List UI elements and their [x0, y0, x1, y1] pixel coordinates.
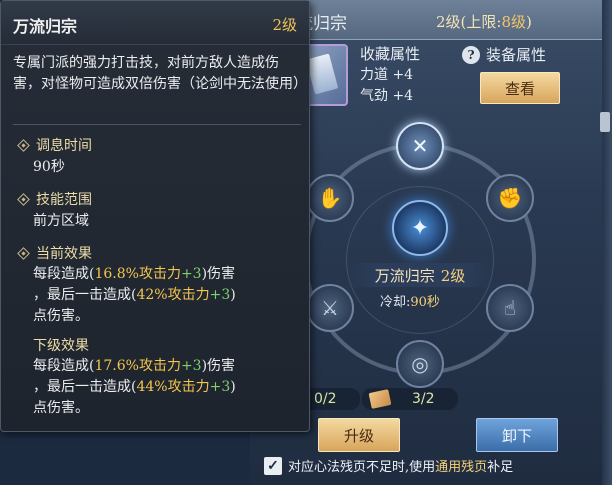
current-effect-text: 每段造成(16.8%攻击力+3)伤害 ，最后一击造成(42%攻击力+3) 点伤害… — [33, 266, 236, 324]
skill-level: 2级 — [440, 266, 466, 285]
tooltip-title: 万流归宗 — [13, 17, 78, 36]
counter-left-value: 0/2 — [314, 391, 337, 407]
sword-icon[interactable]: ⚔ — [306, 284, 354, 332]
tooltip-level: 2级 — [272, 16, 297, 34]
diamond-icon — [17, 138, 30, 152]
page-fragment-icon — [368, 389, 392, 409]
help-icon[interactable]: ? — [462, 45, 480, 64]
range-section-value: 前方区域 — [33, 213, 89, 229]
cooldown-label: 冷却: — [380, 295, 411, 310]
figure-dash-icon[interactable]: ✦ — [392, 200, 448, 256]
skill-name: 万流归宗 — [374, 266, 435, 285]
auto-fill-option[interactable]: ✓ 对应心法残页不足时,使用通用残页补足 — [264, 456, 513, 475]
diamond-icon — [17, 246, 30, 260]
collect-attributes: 收藏属性 力道 +4 气劲 +4 — [360, 44, 420, 107]
collect-title: 收藏属性 — [360, 45, 421, 63]
fragment-counter-right: 3/2 — [362, 388, 458, 410]
counter-right-value: 3/2 — [412, 391, 435, 407]
bookmark-tab[interactable] — [600, 112, 610, 132]
view-button[interactable]: 查看 — [480, 72, 560, 104]
range-section-label: 技能范围 — [17, 189, 92, 209]
scrollbar[interactable] — [602, 0, 612, 485]
next-effect-text: 每段造成(17.6%攻击力+3)伤害 ，最后一击造成(44%攻击力+3) 点伤害… — [33, 358, 236, 416]
upgrade-button[interactable]: 升级 — [318, 418, 400, 452]
diamond-icon — [17, 192, 30, 206]
tooltip-divider — [13, 124, 301, 125]
tooltip-description: 专属门派的强力打击技，对前方敌人造成伤害，对怪物可造成双倍伤害（论剑中无法使用） — [13, 55, 307, 92]
checkbox[interactable]: ✓ — [264, 456, 282, 475]
panel-skill-level: 2级(上限:8级) — [436, 13, 532, 31]
cooldown-line: 冷却:90秒 — [380, 291, 440, 310]
collect-line-force: 气劲 +4 — [360, 88, 414, 104]
current-effect-label: 当前效果 — [17, 243, 92, 263]
equip-attributes[interactable]: ? 装备属性 — [462, 44, 546, 65]
auto-fill-text: 对应心法残页不足时,使用通用残页补足 — [288, 460, 514, 475]
cooldown-value: 90秒 — [410, 295, 440, 310]
cooldown-section-label: 调息时间 — [17, 135, 92, 155]
skill-name-pill: 万流归宗 2级 — [346, 263, 494, 287]
whirl-icon[interactable]: ◎ — [396, 340, 444, 388]
crossed-blades-icon[interactable]: ✕ — [396, 122, 444, 170]
fist-icon[interactable]: ✊ — [486, 174, 534, 222]
next-effect-label: 下级效果 — [33, 338, 89, 354]
cooldown-section-value: 90秒 — [33, 159, 65, 175]
unload-button[interactable]: 卸下 — [476, 418, 558, 452]
skill-tooltip: 万流归宗 2级 专属门派的强力打击技，对前方敌人造成伤害，对怪物可造成双倍伤害（… — [0, 0, 310, 432]
finger-icon[interactable]: ☝ — [486, 284, 534, 332]
collect-line-strength: 力道 +4 — [360, 67, 414, 83]
palm-icon[interactable]: ✋ — [306, 174, 354, 222]
equip-label: 装备属性 — [486, 46, 547, 64]
